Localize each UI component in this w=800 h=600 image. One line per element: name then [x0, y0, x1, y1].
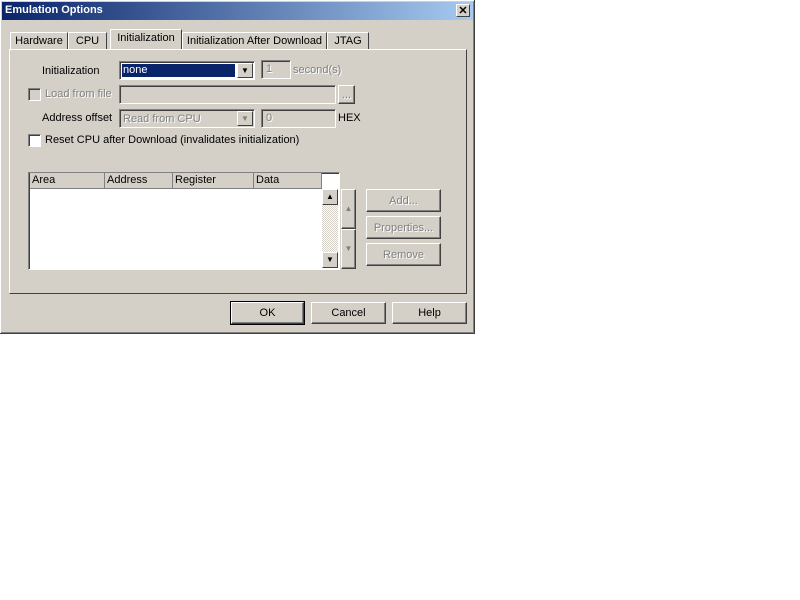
column-header-data[interactable]: Data	[254, 173, 322, 189]
properties-button[interactable]: Properties...	[366, 216, 441, 239]
help-button[interactable]: Help	[392, 302, 467, 324]
cancel-button[interactable]: Cancel	[311, 302, 386, 324]
address-offset-input[interactable]: 0	[261, 109, 336, 128]
dropdown-arrow-icon[interactable]: ▼	[237, 63, 253, 78]
close-button[interactable]: ✕	[456, 4, 470, 17]
scroll-up-icon[interactable]: ▲	[322, 189, 338, 205]
tab-jtag-label: JTAG	[334, 35, 362, 47]
move-down-icon[interactable]: ▼	[341, 229, 356, 269]
reset-cpu-label: Reset CPU after Download (invalidates in…	[45, 134, 300, 146]
tab-initialization-after-download[interactable]: Initialization After Download	[182, 32, 327, 49]
initialization-selected-value: none	[122, 64, 235, 77]
browse-file-button[interactable]: ...	[338, 85, 355, 104]
address-offset-value: 0	[266, 112, 273, 124]
move-up-icon[interactable]: ▲	[341, 189, 356, 229]
ok-button[interactable]: OK	[230, 301, 305, 325]
column-header-area[interactable]: Area	[30, 173, 105, 189]
add-button[interactable]: Add...	[366, 189, 441, 212]
address-offset-label: Address offset	[42, 112, 113, 124]
tab-hardware-label: Hardware	[15, 35, 63, 47]
load-from-file-checkbox[interactable]	[28, 88, 41, 101]
reset-cpu-checkbox[interactable]	[28, 134, 41, 147]
initialization-panel: Initialization none ▼ 1 second(s) Load f…	[9, 49, 467, 294]
tab-init-after-download-label: Initialization After Download	[186, 35, 323, 47]
title-bar[interactable]: Emulation Options ✕	[2, 2, 473, 20]
emulation-options-dialog: Emulation Options ✕ Hardware CPU Initial…	[0, 0, 475, 334]
tab-jtag[interactable]: JTAG	[327, 32, 369, 49]
window-title: Emulation Options	[5, 4, 103, 16]
hex-unit-label: HEX	[338, 112, 361, 124]
seconds-input[interactable]: 1	[261, 60, 291, 79]
initialization-combo[interactable]: none ▼	[119, 61, 255, 80]
column-header-address[interactable]: Address	[105, 173, 173, 189]
initialization-label: Initialization	[42, 65, 100, 77]
column-header-register[interactable]: Register	[173, 173, 254, 189]
remove-button[interactable]: Remove	[366, 243, 441, 266]
load-from-file-input[interactable]	[119, 85, 336, 104]
address-offset-source-value: Read from CPU	[123, 113, 201, 125]
seconds-unit-label: second(s)	[293, 64, 342, 76]
seconds-value: 1	[266, 63, 273, 75]
load-from-file-label: Load from file	[45, 88, 112, 100]
tab-hardware[interactable]: Hardware	[10, 32, 68, 49]
address-offset-source-combo[interactable]: Read from CPU ▼	[119, 109, 255, 128]
tab-initialization-label: Initialization	[117, 32, 175, 44]
tab-initialization[interactable]: Initialization	[110, 29, 182, 49]
table-vertical-scrollbar[interactable]: ▲ ▼	[322, 189, 338, 268]
dropdown-arrow-icon[interactable]: ▼	[237, 111, 253, 126]
tab-cpu-label: CPU	[75, 35, 100, 47]
scroll-down-icon[interactable]: ▼	[322, 252, 338, 268]
init-table: Area Address Register Data ▲ ▼	[28, 172, 340, 270]
tab-cpu[interactable]: CPU	[68, 32, 107, 49]
